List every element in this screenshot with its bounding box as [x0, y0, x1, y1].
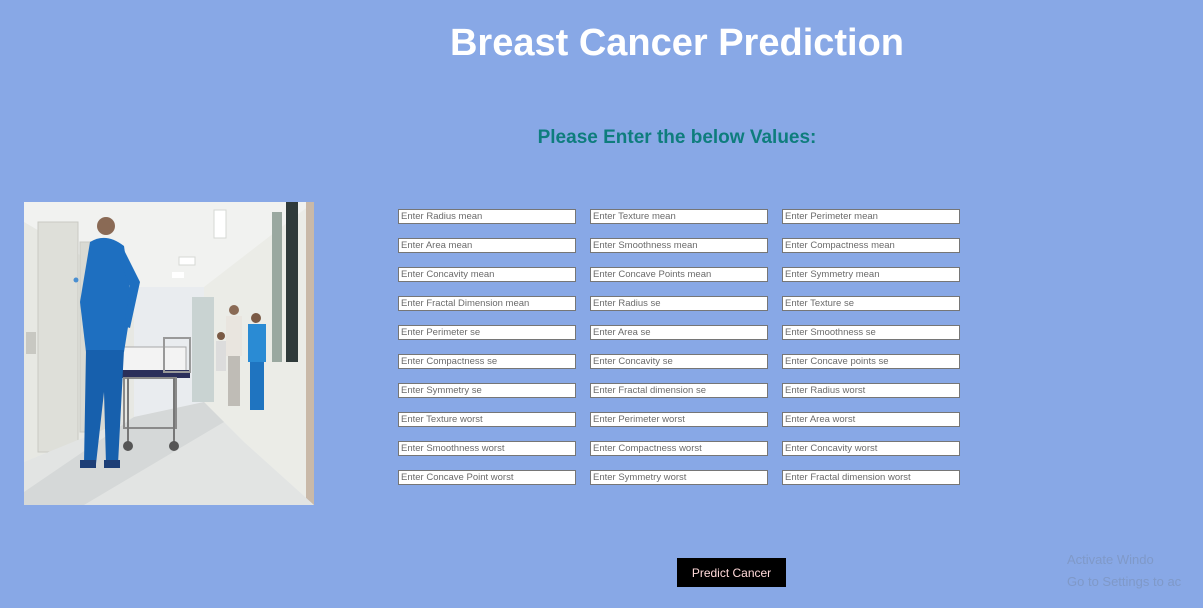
fractal-dimension-mean-input[interactable] [398, 296, 576, 311]
area-worst-input[interactable] [782, 412, 960, 427]
symmetry-se-input[interactable] [398, 383, 576, 398]
smoothness-worst-input[interactable] [398, 441, 576, 456]
prediction-form [398, 209, 960, 485]
concave-points-mean-input[interactable] [590, 267, 768, 282]
radius-worst-input[interactable] [782, 383, 960, 398]
radius-se-input[interactable] [590, 296, 768, 311]
texture-worst-input[interactable] [398, 412, 576, 427]
perimeter-se-input[interactable] [398, 325, 576, 340]
smoothness-se-input[interactable] [782, 325, 960, 340]
fractal-dimension-se-input[interactable] [590, 383, 768, 398]
concave-point-worst-input[interactable] [398, 470, 576, 485]
windows-activation-watermark: Activate Windo Go to Settings to ac [1067, 549, 1181, 593]
concave-points-se-input[interactable] [782, 354, 960, 369]
watermark-line-2: Go to Settings to ac [1067, 574, 1182, 589]
perimeter-mean-input[interactable] [782, 209, 960, 224]
radius-mean-input[interactable] [398, 209, 576, 224]
symmetry-worst-input[interactable] [590, 470, 768, 485]
symmetry-mean-input[interactable] [782, 267, 960, 282]
compactness-se-input[interactable] [398, 354, 576, 369]
page-title: Breast Cancer Prediction [449, 22, 905, 64]
compactness-worst-input[interactable] [590, 441, 768, 456]
texture-se-input[interactable] [782, 296, 960, 311]
hospital-corridor-image [24, 202, 314, 505]
concavity-worst-input[interactable] [782, 441, 960, 456]
smoothness-mean-input[interactable] [590, 238, 768, 253]
form-instructions: Please Enter the below Values: [537, 127, 817, 148]
compactness-mean-input[interactable] [782, 238, 960, 253]
concavity-mean-input[interactable] [398, 267, 576, 282]
watermark-line-1: Activate Windo [1067, 552, 1154, 567]
area-mean-input[interactable] [398, 238, 576, 253]
area-se-input[interactable] [590, 325, 768, 340]
perimeter-worst-input[interactable] [590, 412, 768, 427]
concavity-se-input[interactable] [590, 354, 768, 369]
predict-cancer-button[interactable]: Predict Cancer [677, 558, 786, 587]
texture-mean-input[interactable] [590, 209, 768, 224]
fractal-dimension-worst-input[interactable] [782, 470, 960, 485]
